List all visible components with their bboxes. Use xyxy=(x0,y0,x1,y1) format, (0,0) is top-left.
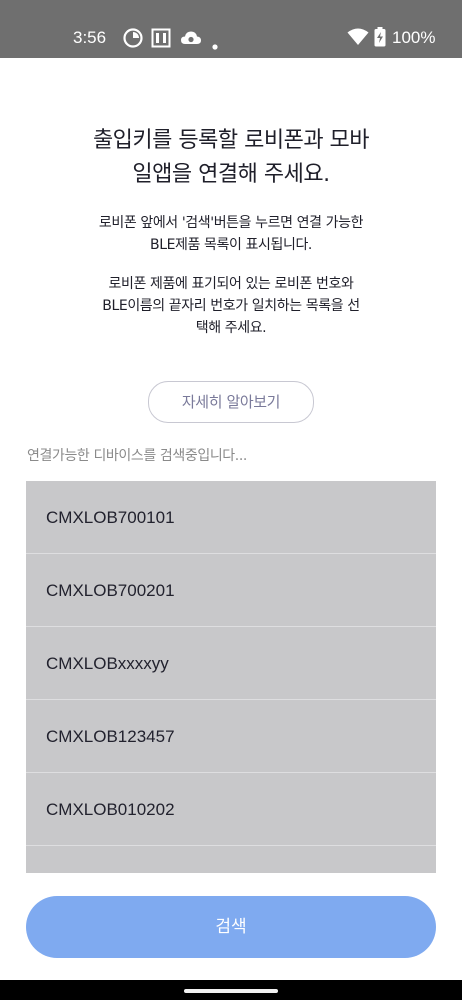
app-notification-icon xyxy=(123,28,143,52)
device-list-item[interactable] xyxy=(26,846,436,873)
search-button[interactable]: 검색 xyxy=(26,896,436,958)
device-list-item[interactable]: CMXLOB010202 xyxy=(26,773,436,846)
instruction-line: BLE제품 목록이 표시됩니다. xyxy=(149,237,312,253)
device-list-item[interactable]: CMXLOB700101 xyxy=(26,481,436,554)
device-list-item[interactable]: CMXLOB123457 xyxy=(26,700,436,773)
device-list-item[interactable]: CMXLOBxxxxyy xyxy=(26,627,436,700)
instruction-line: 로비폰 앞에서 '검색'버튼을 누르면 연결 가능한 xyxy=(98,215,364,231)
learn-more-button[interactable]: 자세히 알아보기 xyxy=(148,381,314,423)
device-list[interactable]: CMXLOB700101 CMXLOB700201 CMXLOBxxxxyy C… xyxy=(26,481,436,873)
navigation-bar xyxy=(0,980,462,1000)
dot-notification-icon xyxy=(212,35,218,54)
device-name: CMXLOB700101 xyxy=(46,508,175,527)
status-bar: 3:56 100% xyxy=(0,0,462,58)
home-handle[interactable] xyxy=(184,989,278,993)
sim-notification-icon xyxy=(151,28,171,52)
device-name: CMXLOB700201 xyxy=(46,581,175,600)
scan-status-text: 연결가능한 디바이스를 검색중입니다... xyxy=(27,448,247,464)
wifi-icon xyxy=(347,28,369,50)
device-name: CMXLOB010202 xyxy=(46,800,175,819)
instruction-line: 택해 주세요. xyxy=(195,320,267,336)
page-title: 출입키를 등록할 로비폰과 모바 일앱을 연결해 주세요. xyxy=(20,124,442,192)
battery-charging-icon xyxy=(374,27,386,51)
title-line: 출입키를 등록할 로비폰과 모바 xyxy=(92,128,370,153)
instruction-line: BLE이름의 끝자리 번호가 일치하는 목록을 선 xyxy=(102,298,360,314)
select-instruction: 로비폰 제품에 표기되어 있는 로비폰 번호와 BLE이름의 끝자리 번호가 일… xyxy=(20,273,442,339)
title-line: 일앱을 연결해 주세요. xyxy=(132,162,330,187)
search-instruction: 로비폰 앞에서 '검색'버튼을 누르면 연결 가능한 BLE제품 목록이 표시됩… xyxy=(20,212,442,256)
battery-percentage: 100% xyxy=(392,28,436,47)
device-name: CMXLOB123457 xyxy=(46,727,175,746)
instruction-line: 로비폰 제품에 표기되어 있는 로비폰 번호와 xyxy=(108,276,354,292)
device-list-item[interactable]: CMXLOB700201 xyxy=(26,554,436,627)
cloud-notification-icon xyxy=(180,28,202,52)
status-time: 3:56 xyxy=(73,28,107,47)
device-name: CMXLOBxxxxyy xyxy=(46,654,169,673)
